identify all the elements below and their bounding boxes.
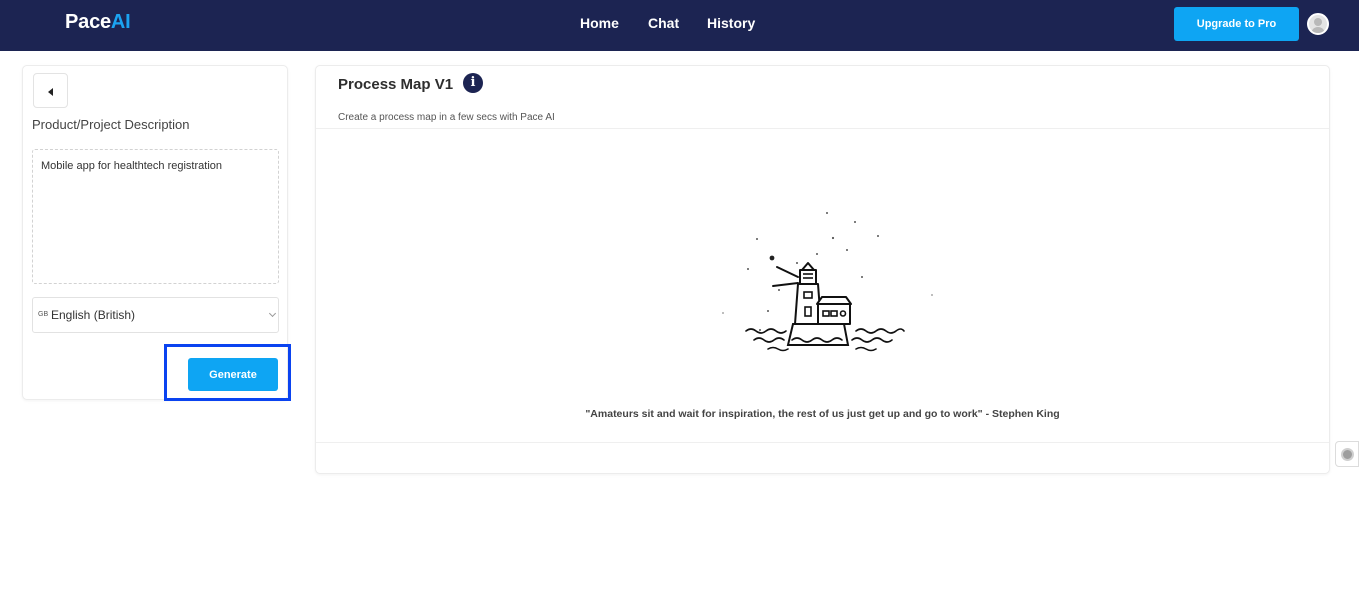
generate-button[interactable]: Generate bbox=[188, 358, 278, 391]
nav-history-link[interactable]: History bbox=[707, 15, 755, 31]
gb-flag-icon: GB bbox=[38, 311, 49, 318]
user-avatar-icon[interactable] bbox=[1307, 13, 1329, 35]
language-selected-value: English (British) bbox=[51, 308, 136, 322]
lighthouse-illustration bbox=[722, 212, 933, 352]
inspiration-quote: "Amateurs sit and wait for inspiration, … bbox=[585, 408, 1060, 420]
info-icon[interactable]: i bbox=[463, 73, 483, 93]
back-button[interactable] bbox=[33, 73, 68, 108]
description-label: Product/Project Description bbox=[32, 117, 190, 132]
divider bbox=[316, 128, 1329, 129]
logo-text-accent: AI bbox=[110, 11, 131, 33]
upgrade-to-pro-button[interactable]: Upgrade to Pro bbox=[1174, 7, 1299, 41]
back-arrow-icon bbox=[48, 88, 53, 96]
paceai-logo[interactable]: PaceAI bbox=[65, 11, 131, 34]
top-navbar: PaceAI Home Chat History Upgrade to Pro bbox=[0, 0, 1359, 51]
description-textarea[interactable]: Mobile app for healthtech registration bbox=[32, 149, 279, 284]
panel-title: Process Map V1 bbox=[338, 76, 454, 93]
nav-home-link[interactable]: Home bbox=[580, 15, 619, 31]
process-map-panel: Process Map V1 i Create a process map in… bbox=[315, 65, 1330, 474]
divider bbox=[316, 442, 1329, 443]
language-select[interactable]: GB English (British) bbox=[32, 297, 279, 333]
chevron-down-icon bbox=[268, 309, 277, 318]
help-widget-icon bbox=[1341, 448, 1354, 461]
logo-text-main: Pace bbox=[65, 11, 111, 33]
panel-subtitle: Create a process map in a few secs with … bbox=[338, 112, 555, 123]
help-widget-button[interactable] bbox=[1335, 441, 1359, 467]
nav-chat-link[interactable]: Chat bbox=[648, 15, 679, 31]
